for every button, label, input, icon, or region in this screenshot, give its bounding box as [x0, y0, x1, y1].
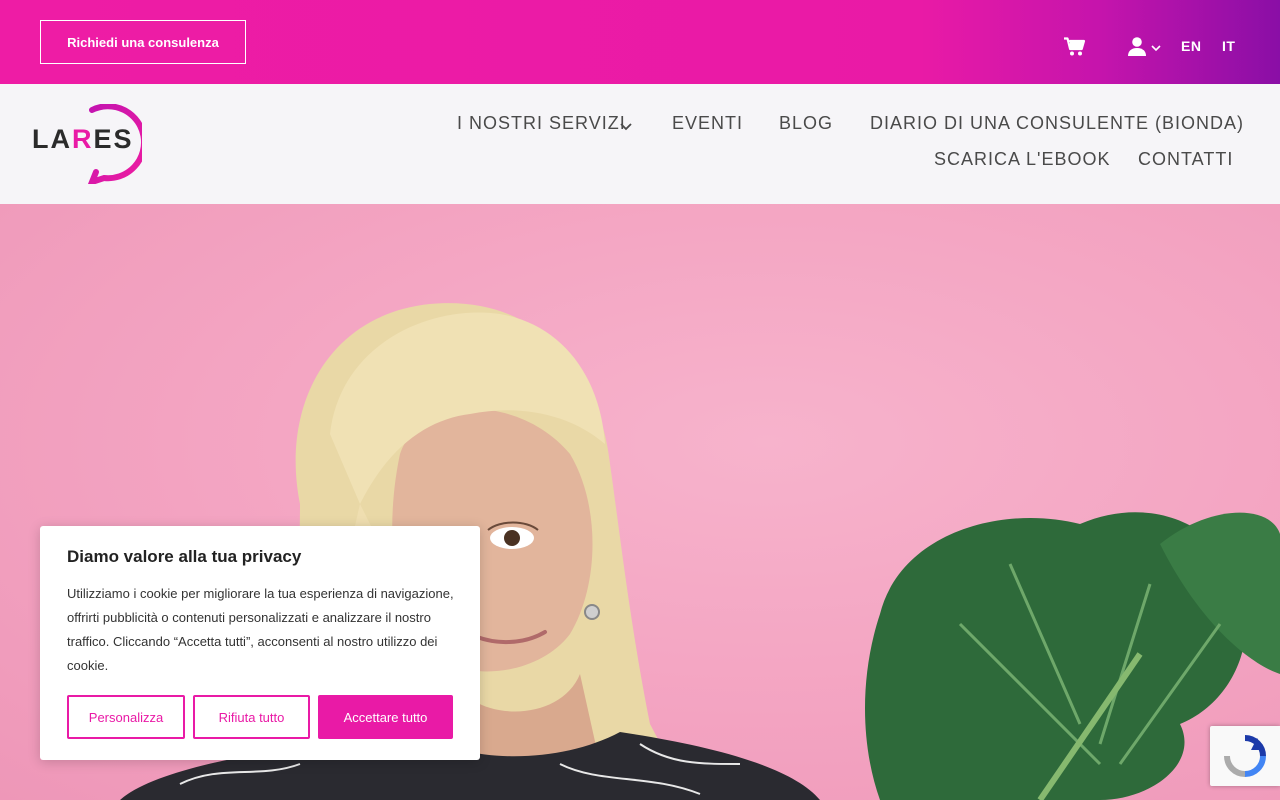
nav-events[interactable]: EVENTI: [672, 113, 743, 134]
cookie-consent-banner: Diamo valore alla tua privacy Utilizziam…: [40, 526, 480, 760]
nav-services[interactable]: I NOSTRI SERVIZI: [457, 113, 626, 134]
logo-text-r: R: [72, 124, 94, 154]
nav-blog[interactable]: BLOG: [779, 113, 833, 134]
cookie-description: Utilizziamo i cookie per migliorare la t…: [67, 586, 454, 673]
chevron-down-icon[interactable]: [1151, 44, 1161, 52]
user-icon[interactable]: [1128, 37, 1146, 57]
request-consultation-button[interactable]: Richiedi una consulenza: [40, 20, 246, 64]
main-header: [0, 84, 1280, 204]
recaptcha-badge[interactable]: [1210, 726, 1280, 786]
cart-icon[interactable]: [1064, 37, 1086, 57]
logo-text-la: LA: [32, 124, 72, 154]
logo-text[interactable]: LARES: [32, 124, 134, 155]
logo-text-es: ES: [93, 124, 134, 154]
language-it-link[interactable]: IT: [1222, 38, 1235, 54]
accept-all-button[interactable]: Accettare tutto: [318, 695, 453, 739]
nav-ebook[interactable]: SCARICA L'EBOOK: [934, 149, 1111, 170]
nav-diary[interactable]: DIARIO DI UNA CONSULENTE (BIONDA): [870, 113, 1244, 134]
chevron-down-icon[interactable]: [620, 121, 632, 131]
language-en-link[interactable]: EN: [1181, 38, 1201, 54]
top-bar: Richiedi una consulenza EN IT: [0, 0, 1280, 84]
customize-cookies-button[interactable]: Personalizza: [67, 695, 185, 739]
recaptcha-icon: [1224, 735, 1266, 777]
nav-contacts[interactable]: CONTATTI: [1138, 149, 1233, 170]
reject-all-button[interactable]: Rifiuta tutto: [193, 695, 310, 739]
cookie-title: Diamo valore alla tua privacy: [67, 547, 302, 566]
